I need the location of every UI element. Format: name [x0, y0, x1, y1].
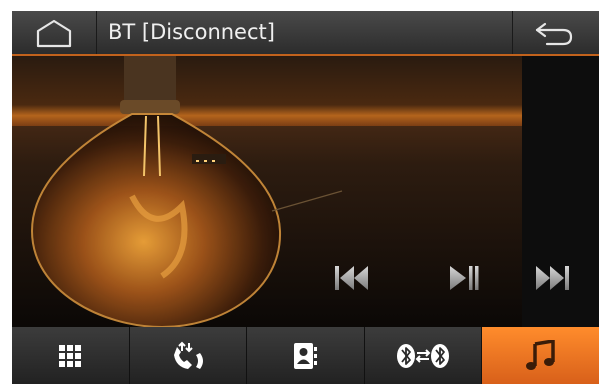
bluetooth-connect-icon: [397, 343, 450, 368]
dialpad-grid-icon: [59, 344, 82, 367]
top-bar: BT [Disconnect]: [12, 11, 599, 56]
back-button[interactable]: [512, 11, 599, 54]
previous-track-button[interactable]: [322, 256, 382, 300]
tab-bluetooth[interactable]: [365, 327, 483, 384]
album-art: [12, 56, 599, 327]
page-title: BT [Disconnect]: [108, 20, 275, 44]
skip-next-icon: [536, 266, 569, 290]
skip-previous-icon: [335, 266, 368, 290]
music-note-icon: [525, 339, 555, 370]
contacts-book-icon: [294, 342, 318, 369]
back-arrow-icon: [535, 22, 573, 46]
tab-keypad[interactable]: [12, 327, 130, 384]
play-pause-icon: [450, 266, 479, 290]
next-track-button[interactable]: [528, 256, 588, 300]
car-head-unit-screen: BT [Disconnect]: [12, 11, 599, 384]
tab-music[interactable]: [482, 327, 599, 384]
play-pause-button[interactable]: [434, 256, 494, 300]
tab-contacts[interactable]: [247, 327, 365, 384]
home-button[interactable]: [12, 11, 97, 54]
tab-call-log[interactable]: [130, 327, 248, 384]
phone-transfer-icon: [173, 341, 203, 369]
bottom-tab-bar: [12, 327, 599, 384]
home-icon: [36, 19, 72, 48]
